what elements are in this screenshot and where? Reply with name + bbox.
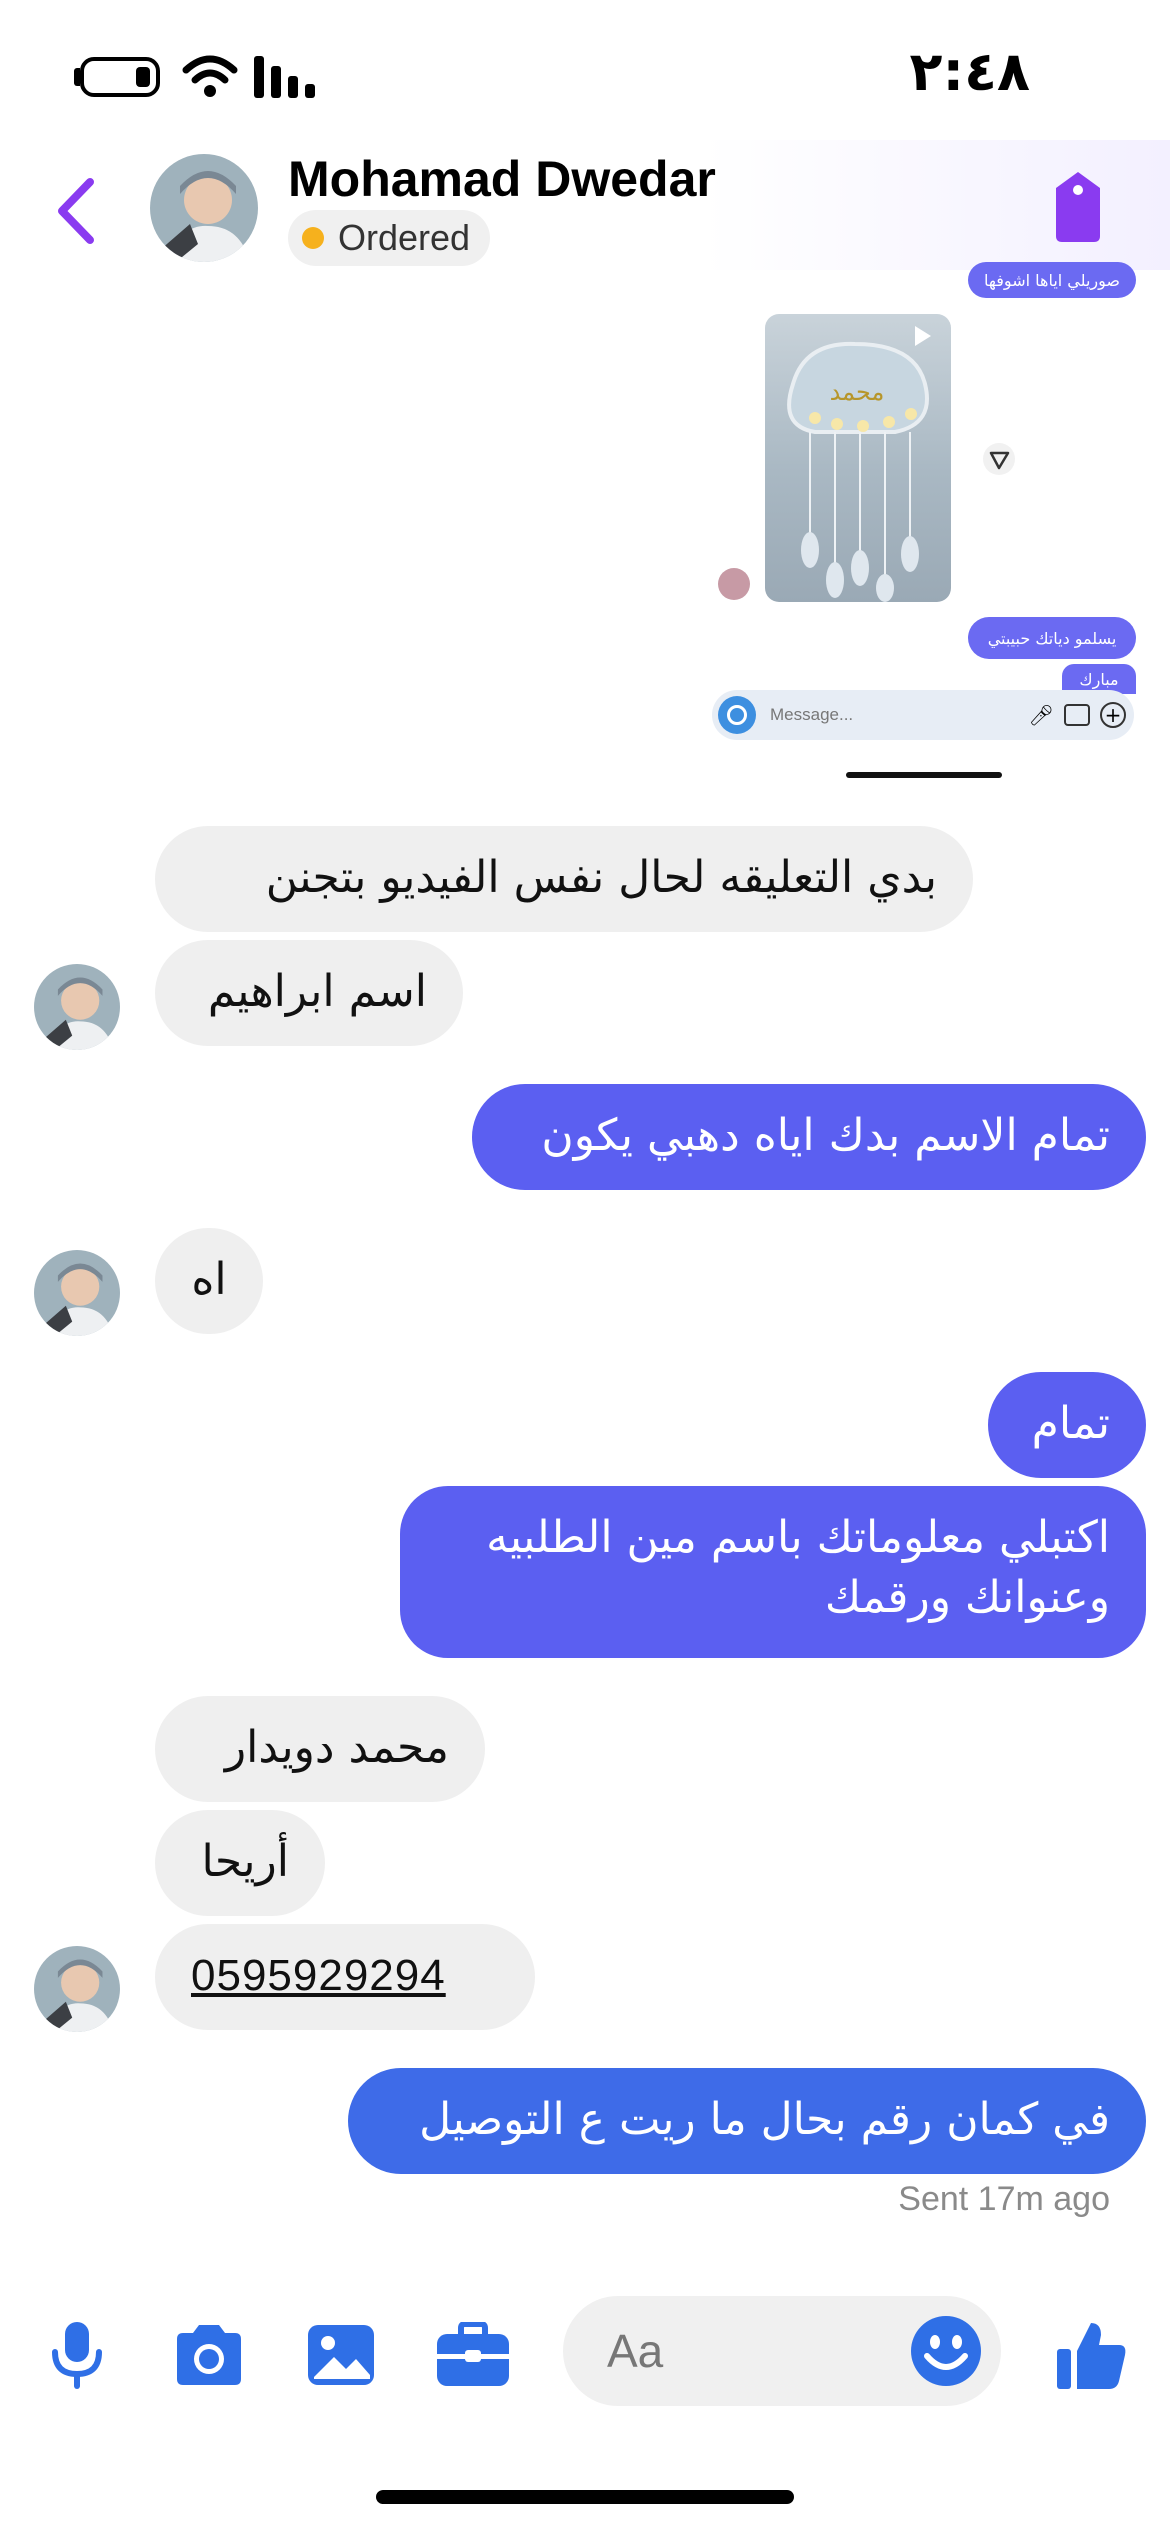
screenshot-image-icon — [1064, 704, 1090, 726]
order-status-label: Ordered — [338, 217, 471, 258]
baby-photo — [150, 154, 258, 262]
contact-avatar-small — [34, 1946, 120, 2032]
wifi-icon — [182, 55, 238, 97]
message-incoming[interactable]: بدي التعليقه لحال نفس الفيديو بتجنن — [155, 826, 973, 932]
screenshot-mic-icon: 🎤︎ — [1028, 703, 1054, 727]
message-input[interactable]: Aa — [563, 2296, 1001, 2406]
message-incoming[interactable]: اه — [155, 1228, 263, 1334]
screenshot-camera-icon — [718, 696, 756, 734]
screenshot-plus-icon: + — [1100, 702, 1126, 728]
briefcase-icon[interactable] — [428, 2310, 518, 2400]
dreamcatcher-photo: محمد — [787, 326, 931, 602]
status-bar: ٢:٤٨ — [0, 0, 1170, 140]
back-chevron-icon[interactable] — [48, 176, 108, 246]
tag-icon[interactable] — [1046, 170, 1110, 244]
screenshot-home-indicator — [846, 772, 1002, 778]
chat-header: Mohamad Dwedar Ordered — [0, 140, 1170, 270]
thumbs-up-icon[interactable] — [1046, 2310, 1136, 2400]
message-incoming-phone[interactable]: 0595929294 — [155, 1924, 535, 2030]
message-line: اكتبلي معلوماتك باسم مين الطلبيه — [486, 1512, 1110, 1563]
screenshot-input-placeholder: Message... — [770, 705, 854, 724]
order-status-dot — [302, 227, 324, 249]
battery-icon — [80, 57, 160, 97]
signal-icon — [254, 56, 315, 98]
screenshot-bubble-1: يسلمو دياتك حبيبتي — [968, 617, 1136, 659]
message-incoming[interactable]: اسم ابراهيم — [155, 940, 463, 1046]
screenshot-input-bar: Message... 🎤︎ + — [712, 690, 1134, 740]
screenshot-photo: محمد — [765, 314, 951, 602]
gallery-icon[interactable] — [296, 2310, 386, 2400]
share-icon — [983, 443, 1015, 475]
contact-avatar[interactable] — [150, 154, 258, 262]
emoji-icon[interactable] — [909, 2314, 983, 2388]
sender-avatar-small — [718, 568, 750, 600]
contact-name[interactable]: Mohamad Dwedar — [288, 150, 716, 208]
message-outgoing[interactable]: تمام — [988, 1372, 1146, 1478]
home-indicator — [376, 2490, 794, 2504]
message-input-placeholder: Aa — [607, 2325, 664, 2377]
status-time: ٢:٤٨ — [909, 40, 1030, 103]
message-incoming[interactable]: أريحا — [155, 1810, 325, 1916]
camera-icon[interactable] — [164, 2310, 254, 2400]
shared-screenshot-image[interactable]: صوريلي اياها اشوفها محمد يسلمو دياتك حبي… — [700, 262, 1140, 792]
message-incoming[interactable]: محمد دويدار — [155, 1696, 485, 1802]
contact-avatar-small — [34, 1250, 120, 1336]
sent-status: Sent 17m ago — [898, 2180, 1110, 2218]
message-outgoing[interactable]: تمام الاسم بدك اياه دهبي يكون — [472, 1084, 1146, 1190]
photo-caption: محمد — [830, 378, 885, 406]
screenshot-top-bubble: صوريلي اياها اشوفها — [968, 262, 1136, 298]
message-outgoing[interactable]: في كمان رقم بحال ما ريت ع التوصيل — [348, 2068, 1146, 2174]
message-outgoing-multiline[interactable]: اكتبلي معلوماتك باسم مين الطلبيه وعنوانك… — [400, 1486, 1146, 1658]
microphone-icon[interactable] — [32, 2310, 122, 2400]
message-line: وعنوانك ورقمك — [824, 1572, 1110, 1623]
contact-avatar-small — [34, 964, 120, 1050]
order-status-badge[interactable]: Ordered — [288, 210, 491, 266]
battery-tip — [74, 68, 80, 86]
phone-number-link[interactable]: 0595929294 — [191, 1951, 446, 2000]
